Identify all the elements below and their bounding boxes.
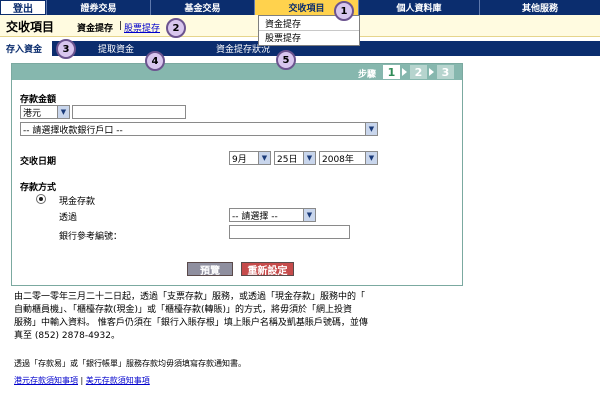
notice-line: 服務」中輸入資料。 惟客戶仍須在「銀行入賬存根」填上賬户名稱及凱基賬戶號碼，並傳 bbox=[14, 318, 368, 328]
notice-line: 由二零一零年三月二十二日起，透過「支票存款」服務，或透過「現金存款」服務中的「 bbox=[14, 292, 366, 302]
cash-deposit-radio[interactable] bbox=[36, 194, 46, 204]
via-label: 透過 bbox=[59, 213, 78, 223]
nav-profile[interactable]: 個人資料庫 bbox=[358, 0, 479, 15]
day-select[interactable]: 25日 ▼ bbox=[274, 151, 316, 165]
step-arrow-icon bbox=[402, 68, 407, 76]
preview-button[interactable]: 預覽 bbox=[187, 262, 233, 277]
section-title: 交收項目 bbox=[6, 20, 55, 34]
amount-label: 存款金額 bbox=[20, 95, 57, 105]
via-value: -- 請選擇 -- bbox=[232, 211, 278, 222]
links-separator: | bbox=[80, 376, 84, 385]
currency-select[interactable]: 港元 ▼ bbox=[20, 105, 70, 119]
chevron-down-icon: ▼ bbox=[303, 209, 315, 221]
step-indicator: 3 bbox=[437, 65, 454, 79]
sub-nav-separator: | bbox=[119, 21, 123, 31]
settlement-date-label: 交收日期 bbox=[20, 157, 57, 167]
callout-marker: 1 bbox=[334, 1, 354, 21]
callout-marker: 4 bbox=[145, 51, 165, 71]
currency-value: 港元 bbox=[23, 108, 42, 119]
via-select[interactable]: -- 請選擇 -- ▼ bbox=[229, 208, 316, 222]
nav-securities[interactable]: 證券交易 bbox=[46, 0, 150, 15]
steps-header: 步驟 1 2 3 bbox=[12, 64, 462, 80]
fund-transfer-link[interactable]: 資金提存 bbox=[77, 21, 113, 34]
callout-marker: 3 bbox=[56, 39, 76, 59]
bank-ref-input[interactable] bbox=[229, 225, 350, 239]
callout-marker: 5 bbox=[276, 50, 296, 70]
chevron-down-icon: ▼ bbox=[303, 152, 315, 164]
chevron-down-icon: ▼ bbox=[365, 152, 377, 164]
month-value: 9月 bbox=[232, 154, 247, 165]
chevron-down-icon: ▼ bbox=[258, 152, 270, 164]
deposit-method-label: 存款方式 bbox=[20, 183, 57, 193]
day-value: 25日 bbox=[277, 154, 298, 165]
steps-label: 步驟 bbox=[358, 70, 377, 80]
chevron-down-icon: ▼ bbox=[365, 123, 377, 135]
year-select[interactable]: 2008年 ▼ bbox=[319, 151, 378, 165]
dropdown-item-stock-transfer[interactable]: 股票提存 bbox=[259, 30, 359, 44]
tab-deposit[interactable]: 存入資金 bbox=[0, 41, 52, 56]
tab-withdraw[interactable]: 提取資金 bbox=[98, 41, 134, 56]
notice-links: 港元存款須知事項 | 美元存款須知事項 bbox=[14, 374, 464, 387]
top-nav: 登出 證券交易 基金交易 交收項目 個人資料庫 其他服務 bbox=[0, 0, 600, 15]
reset-button[interactable]: 重新設定 bbox=[241, 262, 294, 277]
notice-line: 自動櫃員機」、「櫃檯存款(現金)」或「櫃檯存款(轉賬)」的方式，將毋須於「網上投… bbox=[14, 305, 353, 315]
notice-line: 真至 (852) 2878-4932。 bbox=[14, 331, 120, 341]
chevron-down-icon: ▼ bbox=[57, 106, 69, 118]
amount-input[interactable] bbox=[72, 105, 186, 119]
notice-line: 透過「存款易」或「銀行帳單」服務存款均毋須填寫存款通知書。 bbox=[14, 359, 246, 368]
stock-transfer-link[interactable]: 股票提存 bbox=[124, 21, 160, 34]
month-select[interactable]: 9月 ▼ bbox=[229, 151, 271, 165]
step-indicator: 1 bbox=[383, 65, 400, 79]
hkd-deposit-notes-link[interactable]: 港元存款須知事項 bbox=[14, 376, 78, 385]
step-arrow-icon bbox=[429, 68, 434, 76]
bank-account-select[interactable]: -- 請選擇收款銀行戶口 -- ▼ bbox=[20, 122, 378, 136]
nav-funds[interactable]: 基金交易 bbox=[150, 0, 254, 15]
logout-button[interactable]: 登出 bbox=[0, 0, 46, 15]
step-indicator: 2 bbox=[410, 65, 427, 79]
callout-marker: 2 bbox=[166, 18, 186, 38]
bank-ref-label: 銀行參考編號： bbox=[59, 232, 123, 242]
cash-deposit-label: 現金存款 bbox=[59, 197, 96, 207]
deposit-form-panel: 步驟 1 2 3 存款金額 港元 ▼ -- 請選擇收款銀行戶口 -- ▼ 交收日… bbox=[11, 63, 463, 286]
nav-other-services[interactable]: 其他服務 bbox=[479, 0, 600, 15]
year-value: 2008年 bbox=[322, 154, 354, 165]
bank-account-value: -- 請選擇收款銀行戶口 -- bbox=[23, 125, 123, 136]
usd-deposit-notes-link[interactable]: 美元存款須知事項 bbox=[86, 376, 150, 385]
